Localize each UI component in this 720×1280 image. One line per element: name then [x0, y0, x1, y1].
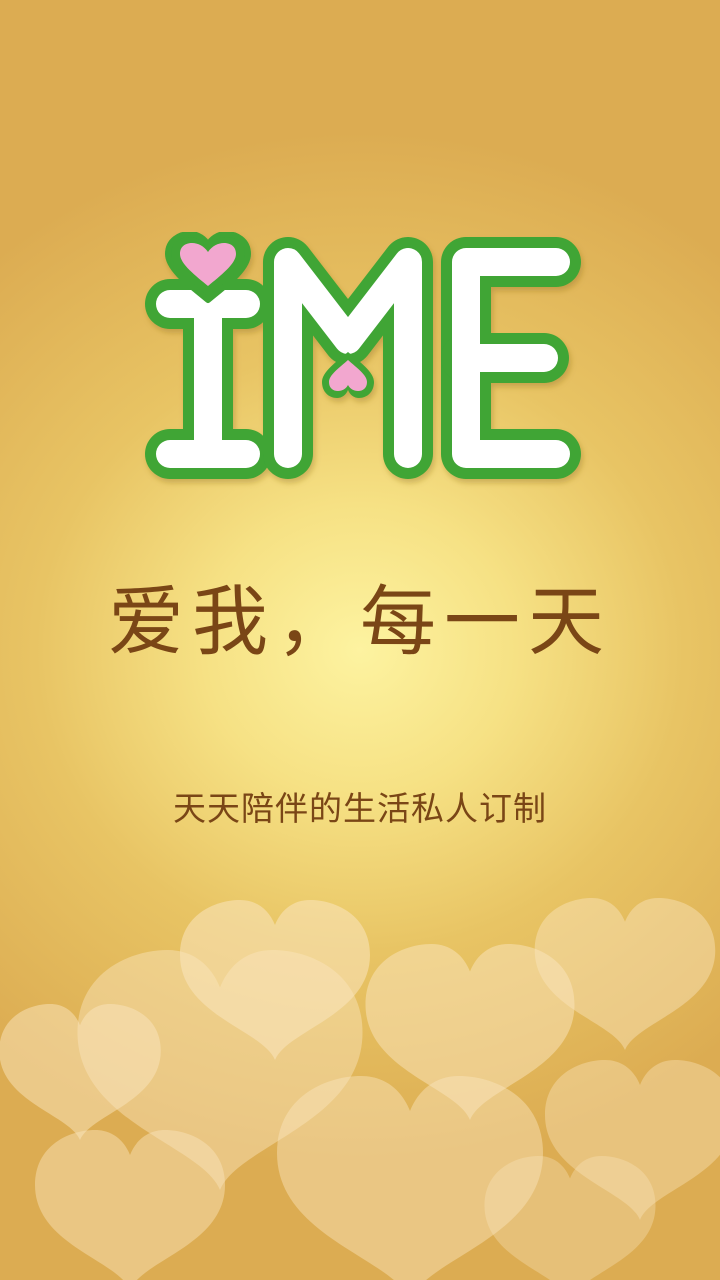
- ime-logo: [145, 232, 581, 479]
- splash-screen: 爱我，每一天 天天陪伴的生活私人订制: [0, 0, 720, 1280]
- tagline: 爱我，每一天: [108, 577, 612, 666]
- subtitle: 天天陪伴的生活私人订制: [173, 789, 547, 828]
- heart-pattern-decoration: [0, 898, 720, 1280]
- pink-heart-icon: [322, 352, 374, 398]
